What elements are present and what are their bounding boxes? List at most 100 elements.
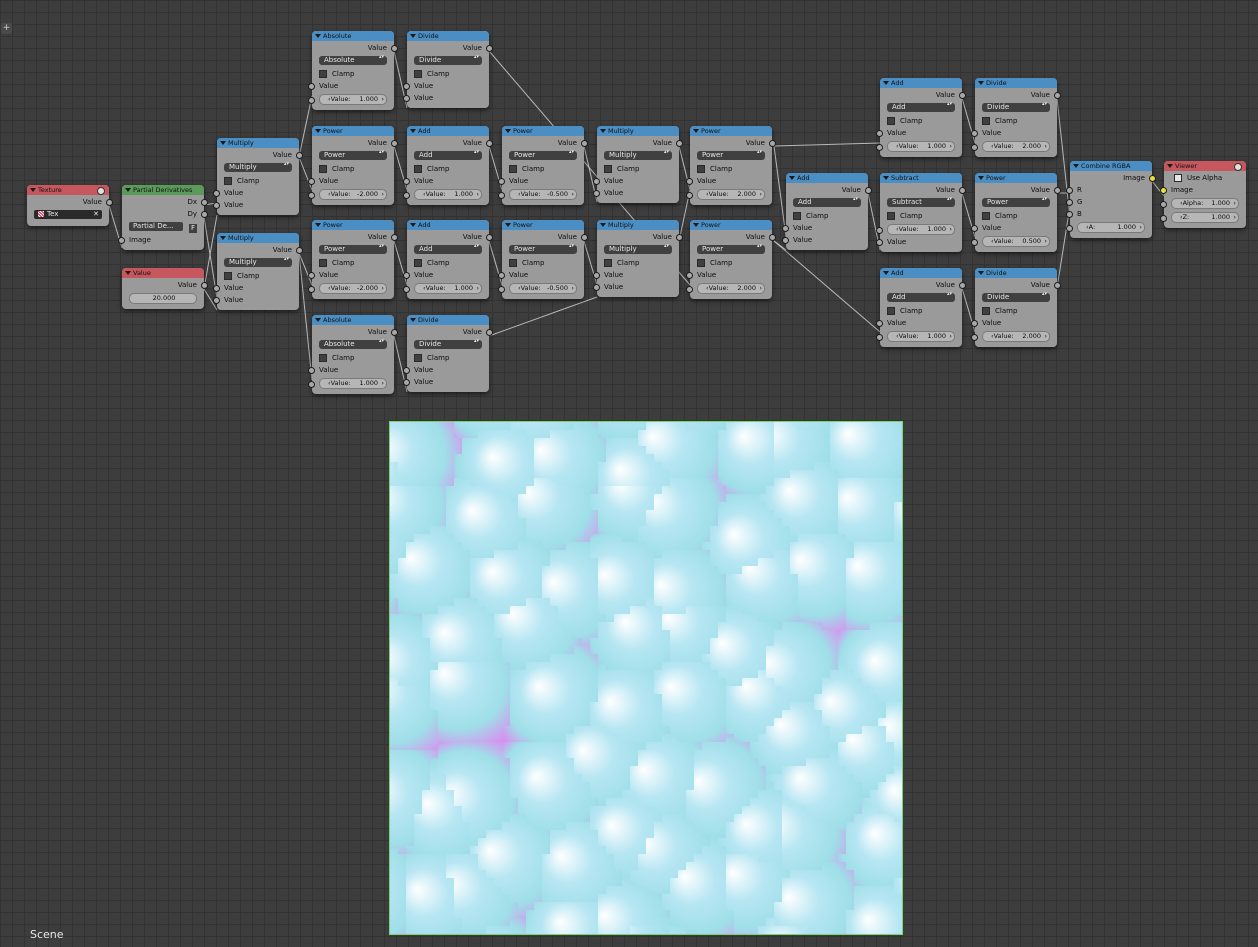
math-node-abs-a[interactable]: Absolute Value Absolute Clamp Value Valu… [308, 31, 398, 110]
value-field[interactable]: Value:1.000 [414, 283, 482, 294]
value-node-header[interactable]: Value [122, 268, 204, 278]
operation-dropdown[interactable]: Power [509, 244, 577, 254]
add-node-icon[interactable]: + [1, 23, 12, 34]
input-socket[interactable] [308, 367, 315, 374]
node-header[interactable]: Divide [407, 31, 489, 41]
clamp-checkbox[interactable] [697, 165, 705, 173]
output-socket[interactable] [296, 247, 303, 254]
node-header[interactable]: Add [880, 268, 962, 278]
clamp-checkbox[interactable] [509, 165, 517, 173]
viewer-node[interactable]: Viewer Use Alpha Image Alpha:1.000 Z:1.0… [1160, 161, 1246, 228]
operation-dropdown[interactable]: Divide [982, 292, 1050, 302]
operation-dropdown[interactable]: Multiply [224, 162, 292, 172]
clamp-option[interactable]: Clamp [786, 210, 868, 222]
input-socket[interactable] [876, 320, 883, 327]
clamp-checkbox[interactable] [414, 354, 422, 362]
node-header[interactable]: Power [312, 220, 394, 230]
operation-dropdown[interactable]: Power [697, 244, 765, 254]
math-node-mul-a[interactable]: Multiply Value Multiply Clamp Value Valu… [213, 138, 303, 215]
output-socket[interactable] [676, 234, 683, 241]
input-socket[interactable] [876, 144, 883, 151]
input-socket[interactable] [498, 178, 505, 185]
clamp-option[interactable]: Clamp [690, 163, 772, 175]
input-socket[interactable] [498, 192, 505, 199]
node-header[interactable]: Multiply [597, 126, 679, 136]
input-socket[interactable] [971, 225, 978, 232]
operation-dropdown[interactable]: Absolute [319, 55, 387, 65]
clamp-checkbox[interactable] [604, 165, 612, 173]
node-header[interactable]: Power [502, 220, 584, 230]
output-socket[interactable] [581, 234, 588, 241]
input-socket[interactable] [686, 272, 693, 279]
value-field[interactable]: Value:1.000 [414, 189, 482, 200]
input-socket[interactable] [1160, 201, 1167, 208]
input-socket[interactable] [593, 190, 600, 197]
output-socket[interactable] [391, 45, 398, 52]
input-socket[interactable] [403, 83, 410, 90]
math-node-add-b[interactable]: Add Value Add Clamp Value Value:1.000 [403, 220, 493, 299]
value-field[interactable]: Value:-0.500 [509, 189, 577, 200]
clamp-option[interactable]: Clamp [217, 270, 299, 282]
node-header[interactable]: Divide [975, 78, 1057, 88]
input-socket[interactable] [876, 334, 883, 341]
node-header[interactable]: Add [880, 78, 962, 88]
texture-node[interactable]: Texture Value Tex ✕ [27, 185, 113, 226]
clamp-option[interactable]: Clamp [880, 210, 962, 222]
combine-rgba-node[interactable]: Combine RGBA Image R G B A:1.000 [1066, 161, 1156, 238]
partial-derivatives-header[interactable]: Partial Derivatives [122, 185, 204, 195]
clamp-checkbox[interactable] [319, 70, 327, 78]
value-field[interactable]: Value:1.000 [319, 94, 387, 105]
input-socket[interactable] [308, 192, 315, 199]
math-node-pow-d[interactable]: Power Value Power Clamp Value Value:-0.5… [498, 220, 588, 299]
value-field[interactable]: Value:1.000 [887, 224, 955, 235]
clamp-checkbox[interactable] [604, 259, 612, 267]
input-socket[interactable] [876, 239, 883, 246]
math-node-pow-f[interactable]: Power Value Power Clamp Value Value:2.00… [686, 220, 776, 299]
value-field[interactable]: Value:0.500 [982, 236, 1050, 247]
output-socket[interactable] [201, 199, 208, 206]
clamp-checkbox[interactable] [982, 117, 990, 125]
input-socket[interactable] [876, 227, 883, 234]
input-socket[interactable] [403, 95, 410, 102]
partial-derivatives-node[interactable]: Partial Derivatives Dx Dy Partial De... F… [118, 185, 208, 250]
operation-dropdown[interactable]: Divide [414, 55, 482, 65]
math-node-mul-b[interactable]: Multiply Value Multiply Clamp Value Valu… [213, 233, 303, 310]
operation-dropdown[interactable]: Add [887, 292, 955, 302]
clamp-option[interactable]: Clamp [407, 352, 489, 364]
input-socket[interactable] [308, 83, 315, 90]
preview-icon[interactable] [1234, 163, 1242, 171]
input-socket[interactable] [1066, 187, 1073, 194]
output-socket[interactable] [1054, 187, 1061, 194]
output-socket[interactable] [581, 140, 588, 147]
math-node-mul-d[interactable]: Multiply Value Multiply Clamp Value Valu… [593, 220, 683, 297]
node-header[interactable]: Power [502, 126, 584, 136]
input-socket[interactable] [971, 144, 978, 151]
preview-icon[interactable] [97, 187, 105, 195]
math-node-pow-g[interactable]: Power Value Power Clamp Value Value:0.50… [971, 173, 1061, 252]
input-socket[interactable] [876, 130, 883, 137]
math-node-pow-a[interactable]: Power Value Power Clamp Value Value:-2.0… [308, 126, 398, 205]
clamp-option[interactable]: Clamp [880, 305, 962, 317]
output-socket[interactable] [1054, 282, 1061, 289]
node-header[interactable]: Add [786, 173, 868, 183]
clamp-checkbox[interactable] [414, 165, 422, 173]
input-socket[interactable] [213, 297, 220, 304]
math-node-mul-c[interactable]: Multiply Value Multiply Clamp Value Valu… [593, 126, 683, 203]
input-socket[interactable] [403, 192, 410, 199]
math-node-abs-b[interactable]: Absolute Value Absolute Clamp Value Valu… [308, 315, 398, 394]
node-header[interactable]: Divide [407, 315, 489, 325]
clamp-checkbox[interactable] [224, 272, 232, 280]
value-field[interactable]: Value:2.000 [697, 189, 765, 200]
node-header[interactable]: Power [690, 126, 772, 136]
input-socket[interactable] [403, 367, 410, 374]
clamp-option[interactable]: Clamp [217, 175, 299, 187]
alpha-field[interactable]: A:1.000 [1077, 222, 1145, 233]
output-socket[interactable] [1149, 175, 1156, 182]
clamp-option[interactable]: Clamp [312, 68, 394, 80]
node-header[interactable]: Viewer [1164, 161, 1246, 171]
node-header[interactable]: Divide [975, 268, 1057, 278]
value-field[interactable]: Value:2.000 [982, 331, 1050, 342]
clear-icon[interactable]: ✕ [93, 210, 99, 219]
clamp-option[interactable]: Clamp [975, 210, 1057, 222]
node-header[interactable]: Power [975, 173, 1057, 183]
